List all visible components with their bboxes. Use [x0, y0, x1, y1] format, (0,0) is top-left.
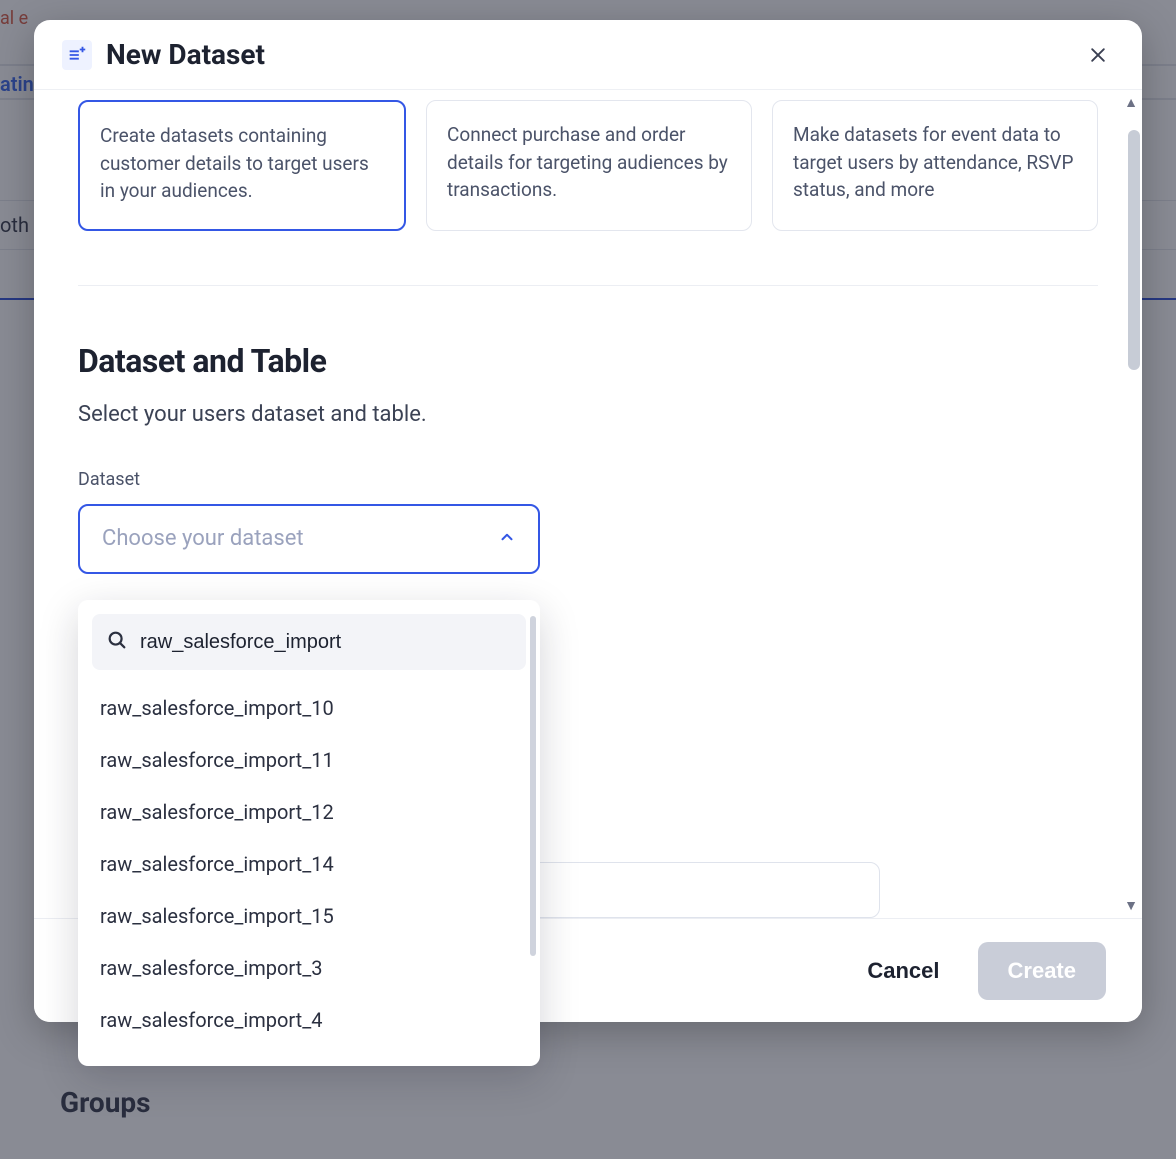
card-text: Make datasets for event data to target u… [793, 121, 1077, 204]
dataset-select[interactable]: Choose your dataset [78, 504, 540, 574]
chevron-up-icon [498, 528, 516, 550]
modal-title: New Dataset [106, 38, 265, 71]
modal-title-wrap: New Dataset [62, 38, 265, 71]
dropdown-search[interactable] [92, 614, 526, 670]
section-subtitle: Select your users dataset and table. [78, 402, 1098, 427]
dataset-select-control[interactable]: Choose your dataset [78, 504, 540, 574]
scroll-up-arrow-icon[interactable]: ▲ [1124, 94, 1138, 111]
search-icon [106, 629, 128, 655]
modal-header: New Dataset [34, 20, 1142, 89]
card-transactions[interactable]: Connect purchase and order details for t… [426, 100, 752, 231]
section-title: Dataset and Table [78, 342, 1098, 380]
scroll-down-arrow-icon[interactable]: ▼ [1124, 897, 1138, 914]
card-text: Connect purchase and order details for t… [447, 121, 731, 204]
dataset-new-icon [62, 40, 92, 70]
dropdown-option[interactable]: raw_salesforce_import_4 [78, 994, 540, 1046]
dataset-select-placeholder: Choose your dataset [102, 526, 304, 551]
dropdown-option[interactable]: raw_salesforce_import_12 [78, 786, 540, 838]
close-button[interactable] [1082, 39, 1114, 71]
dataset-field-label: Dataset [78, 469, 1098, 490]
dataset-dropdown-panel: raw_salesforce_import_10 raw_salesforce_… [78, 600, 540, 1066]
scrollbar-thumb[interactable] [1128, 130, 1140, 370]
card-text: Create datasets containing customer deta… [100, 122, 384, 205]
dropdown-scrollbar[interactable] [530, 616, 536, 956]
section-divider [78, 285, 1098, 286]
dropdown-option[interactable]: raw_salesforce_import_15 [78, 890, 540, 942]
dataset-type-cards: Create datasets containing customer deta… [78, 100, 1098, 231]
dropdown-option[interactable]: raw_salesforce_import_3 [78, 942, 540, 994]
dropdown-option[interactable]: raw_salesforce_import_11 [78, 734, 540, 786]
table-select-placeholder-box[interactable] [510, 862, 880, 918]
dropdown-option[interactable]: raw_salesforce_import_14 [78, 838, 540, 890]
cancel-button[interactable]: Cancel [859, 946, 947, 996]
card-customers[interactable]: Create datasets containing customer deta… [78, 100, 406, 231]
card-events[interactable]: Make datasets for event data to target u… [772, 100, 1098, 231]
dropdown-option[interactable]: raw_salesforce_import_10 [78, 682, 540, 734]
dropdown-search-input[interactable] [140, 631, 512, 654]
create-button[interactable]: Create [978, 942, 1106, 1000]
